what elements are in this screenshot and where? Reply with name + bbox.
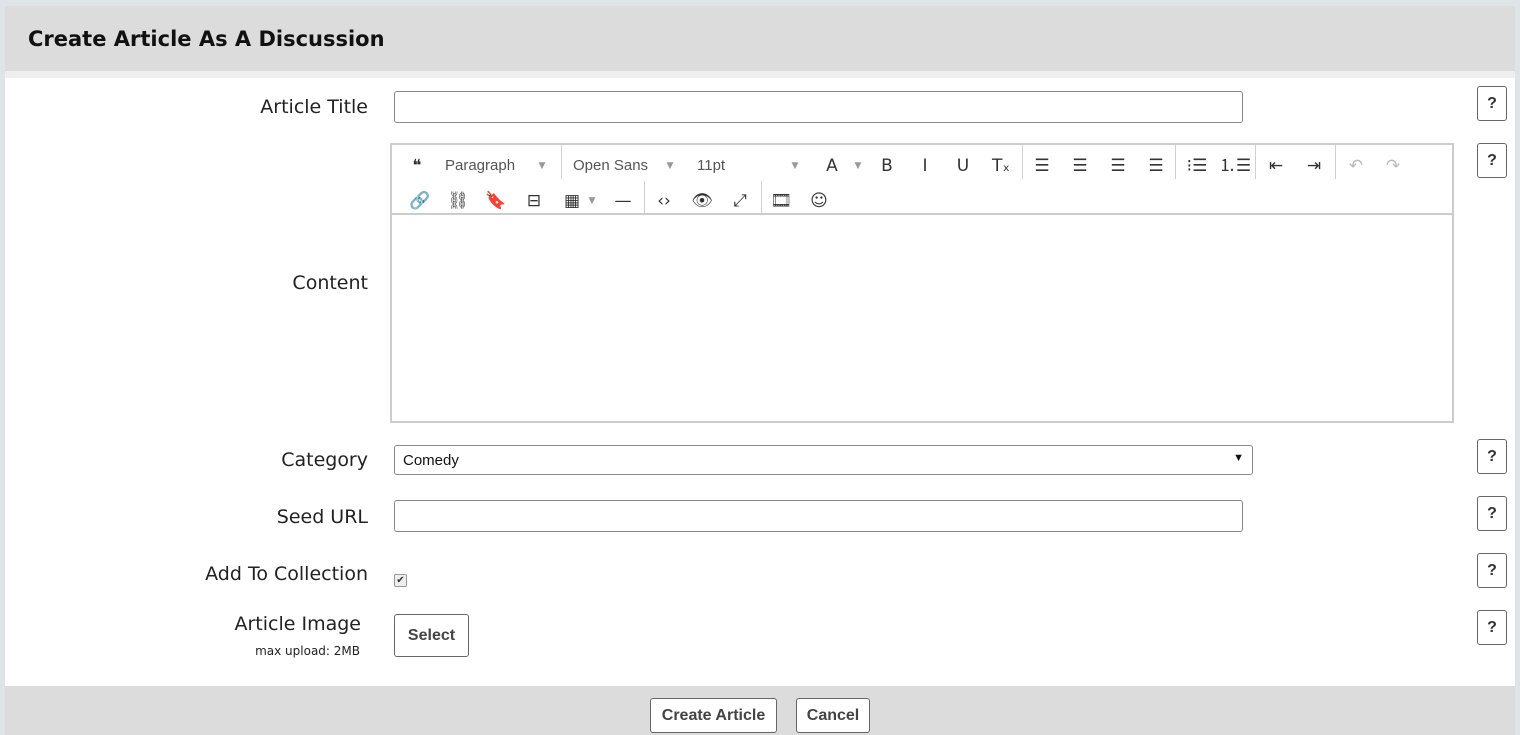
blockquote-icon[interactable]: ❝: [412, 151, 421, 181]
fullscreen-icon[interactable]: ⤢: [733, 186, 747, 216]
source-code-icon[interactable]: ‹›: [657, 186, 671, 216]
underline-icon[interactable]: U: [957, 151, 969, 181]
panel-header: Create Article As A Discussion: [5, 6, 1515, 78]
align-left-icon[interactable]: ☰: [1034, 151, 1049, 181]
add-to-collection-help-button[interactable]: ?: [1477, 553, 1507, 588]
numbered-list-icon[interactable]: ⒈☰: [1219, 151, 1251, 181]
font-size-dropdown[interactable]: 11pt: [697, 151, 725, 181]
bullet-list-icon[interactable]: ⁝☰: [1187, 151, 1208, 181]
form-footer: Create Article Cancel: [5, 686, 1515, 735]
emoticons-icon[interactable]: ☺: [810, 186, 828, 216]
select-image-button[interactable]: Select: [394, 614, 469, 657]
chevron-down-icon[interactable]: ▼: [792, 151, 799, 181]
category-select[interactable]: Comedy ▼: [394, 445, 1253, 475]
article-title-input[interactable]: [394, 91, 1243, 123]
category-selected-value: Comedy: [403, 452, 459, 469]
article-title-label: Article Title: [260, 96, 368, 118]
text-color-icon[interactable]: A: [826, 151, 838, 181]
font-family-dropdown[interactable]: Open Sans: [573, 151, 648, 181]
editor-toolbar: ❝ A B I U Tₓ ☰ ☰ ☰ ☰ ⁝☰ ⒈☰ ⇤ ⇥ ↶ ↷ Paragraph ▼ Open Sans ▼ 1…: [392, 145, 1452, 215]
add-to-collection-label: Add To Collection: [205, 563, 368, 585]
seed-url-input[interactable]: [394, 500, 1243, 532]
toolbar-separator: [644, 181, 645, 215]
indent-icon[interactable]: ⇥: [1307, 151, 1321, 181]
toolbar-separator: [561, 145, 562, 179]
clear-formatting-icon[interactable]: Tₓ: [992, 151, 1010, 181]
content-help-button[interactable]: ?: [1477, 143, 1507, 178]
seed-url-help-button[interactable]: ?: [1477, 496, 1507, 531]
chevron-down-icon[interactable]: ▼: [589, 186, 596, 216]
page-break-icon[interactable]: ⊟: [527, 186, 541, 216]
align-center-icon[interactable]: ☰: [1072, 151, 1087, 181]
checkmark-icon: ✔: [396, 575, 405, 586]
chevron-down-icon[interactable]: ▼: [855, 151, 862, 181]
bookmark-icon[interactable]: 🔖: [485, 186, 506, 216]
block-format-dropdown[interactable]: Paragraph: [445, 151, 515, 181]
align-justify-icon[interactable]: ☰: [1148, 151, 1163, 181]
italic-icon[interactable]: I: [922, 151, 927, 181]
article-image-help-button[interactable]: ?: [1477, 610, 1507, 645]
media-icon[interactable]: 🎞: [770, 186, 792, 216]
create-article-button[interactable]: Create Article: [650, 698, 777, 733]
toolbar-separator: [1022, 145, 1023, 179]
category-label: Category: [281, 449, 368, 471]
page-title: Create Article As A Discussion: [28, 27, 385, 51]
content-label: Content: [292, 272, 368, 294]
article-image-label: Article Image: [234, 613, 362, 635]
chevron-down-icon[interactable]: ▼: [667, 151, 674, 181]
table-icon[interactable]: ▦: [564, 186, 580, 216]
horizontal-rule-icon[interactable]: —: [615, 186, 632, 216]
article-title-help-button[interactable]: ?: [1477, 86, 1507, 121]
unlink-icon[interactable]: ⛓: [447, 186, 469, 216]
bold-icon[interactable]: B: [881, 151, 893, 181]
create-article-panel: Create Article As A Discussion Article T…: [5, 6, 1515, 735]
toolbar-separator: [1335, 145, 1336, 179]
toolbar-separator: [1175, 145, 1176, 179]
outdent-icon[interactable]: ⇤: [1269, 151, 1283, 181]
toolbar-separator: [761, 181, 762, 215]
content-editor-area[interactable]: [392, 215, 1452, 421]
preview-icon[interactable]: 👁: [691, 186, 713, 216]
toolbar-separator: [1255, 145, 1256, 179]
undo-icon[interactable]: ↶: [1349, 151, 1363, 181]
dropdown-arrow-icon: ▼: [1233, 452, 1244, 464]
seed-url-label: Seed URL: [276, 506, 368, 528]
link-icon[interactable]: 🔗: [409, 186, 430, 216]
align-right-icon[interactable]: ☰: [1110, 151, 1125, 181]
category-help-button[interactable]: ?: [1477, 439, 1507, 474]
add-to-collection-checkbox[interactable]: ✔: [394, 574, 407, 587]
cancel-button[interactable]: Cancel: [796, 698, 870, 733]
redo-icon[interactable]: ↷: [1386, 151, 1400, 181]
max-upload-note: max upload: 2MB: [255, 644, 360, 658]
chevron-down-icon[interactable]: ▼: [539, 151, 546, 181]
rich-text-editor: ❝ A B I U Tₓ ☰ ☰ ☰ ☰ ⁝☰ ⒈☰ ⇤ ⇥ ↶ ↷ Paragraph ▼ Open Sans ▼ 1…: [390, 143, 1454, 423]
